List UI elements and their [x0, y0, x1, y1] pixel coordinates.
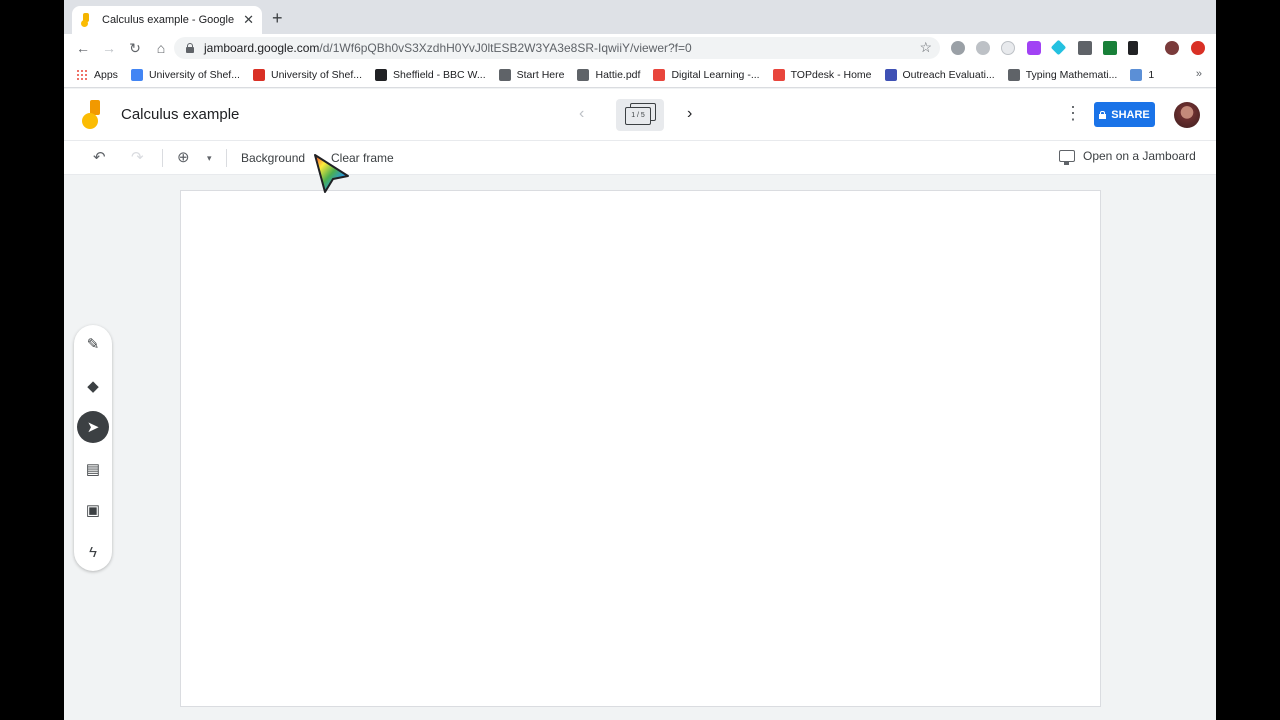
bookmark-label: 1: [1148, 68, 1155, 81]
bookmark-favicon-icon: [1130, 68, 1143, 81]
jamboard-logo: [82, 100, 106, 130]
tab-title: Calculus example - Google Jam: [102, 14, 237, 26]
browser-tab[interactable]: Calculus example - Google Jam ✕: [72, 6, 262, 34]
bookmark-favicon-icon: [653, 68, 666, 81]
close-tab-icon[interactable]: ✕: [243, 12, 254, 28]
zoom-dropdown-icon[interactable]: ▾: [207, 153, 212, 164]
app-header: Calculus example ‹ 1 / 5 › ⋮ SHARE: [64, 89, 1216, 141]
bookmark-item[interactable]: University of Shef...: [252, 68, 363, 81]
bookmark-label: Start Here: [516, 68, 565, 81]
apps-grid-icon: [76, 68, 88, 81]
bookmark-label: University of Shef...: [148, 68, 240, 81]
select-tool-icon[interactable]: ➤: [77, 411, 109, 443]
bookmark-item[interactable]: Hattie.pdf: [577, 68, 641, 81]
share-button[interactable]: SHARE: [1094, 102, 1155, 127]
bookmarks-bar: Apps University of Shef... University of S…: [64, 62, 1216, 88]
bookmark-item[interactable]: Digital Learning -...: [653, 68, 760, 81]
bookmark-favicon-icon: [577, 68, 590, 81]
bookmark-favicon-icon: [772, 68, 785, 81]
bookmark-label: Typing Mathemati...: [1025, 68, 1118, 81]
zoom-icon[interactable]: ⊕: [177, 148, 190, 166]
bookmark-item[interactable]: Start Here: [498, 68, 565, 81]
address-bar[interactable]: jamboard.google.com/d/1Wf6pQBh0vS3XzdhH0…: [174, 37, 940, 59]
browser-toolbar: ← → ↻ ⌂ jamboard.google.com/d/1Wf6pQBh0v…: [64, 34, 1216, 62]
bookmark-favicon-icon: [884, 68, 897, 81]
sticky-note-tool-icon[interactable]: ▤: [77, 453, 109, 485]
bookmark-favicon-icon: [1007, 68, 1020, 81]
extension-icon[interactable]: [951, 41, 965, 55]
extension-icon[interactable]: [1027, 41, 1041, 55]
avatar[interactable]: [1174, 102, 1200, 128]
more-options-icon[interactable]: ⋮: [1064, 104, 1082, 122]
bookmark-item[interactable]: 1: [1130, 68, 1155, 81]
back-icon[interactable]: ←: [70, 40, 96, 56]
toolbar-divider: [162, 149, 163, 167]
laser-tool-icon[interactable]: ϟ: [77, 536, 109, 568]
bookmark-favicon-icon: [252, 68, 265, 81]
lock-icon: [186, 43, 194, 53]
eraser-tool-icon[interactable]: ◆: [77, 370, 109, 402]
bookmark-favicon-icon: [498, 68, 511, 81]
extension-icon[interactable]: [1191, 41, 1205, 55]
extension-icon[interactable]: [976, 41, 990, 55]
undo-icon[interactable]: ↶: [93, 148, 106, 166]
bookmark-label: Sheffield - BBC W...: [393, 68, 486, 81]
extension-icon[interactable]: [1050, 39, 1067, 56]
bookmark-favicon-icon: [375, 68, 388, 81]
new-tab-icon[interactable]: +: [272, 9, 283, 27]
jamboard-app: Calculus example ‹ 1 / 5 › ⋮ SHARE ↶ ↷ ⊕…: [64, 89, 1216, 720]
toolbar-divider: [226, 149, 227, 167]
forward-icon[interactable]: →: [96, 40, 122, 56]
bookmark-item[interactable]: Sheffield - BBC W...: [375, 68, 486, 81]
redo-icon[interactable]: ↷: [131, 148, 144, 166]
edit-toolbar: ↶ ↷ ⊕ ▾ Background Clear frame Open on a…: [64, 141, 1216, 175]
cast-icon: [1059, 150, 1075, 165]
bookmark-favicon-icon: [130, 68, 143, 81]
bookmark-item[interactable]: Typing Mathemati...: [1007, 68, 1118, 81]
jamboard-favicon-icon: [80, 13, 92, 27]
url-text: jamboard.google.com/d/1Wf6pQBh0vS3XzdhH0…: [204, 41, 692, 55]
image-tool-icon[interactable]: ▣: [77, 494, 109, 526]
profile-avatar[interactable]: [1165, 41, 1179, 55]
mouse-cursor-icon: [314, 154, 349, 193]
share-label: SHARE: [1111, 108, 1150, 121]
bookmark-label: Digital Learning -...: [671, 68, 760, 81]
next-frame-icon[interactable]: ›: [687, 105, 692, 123]
document-title[interactable]: Calculus example: [121, 106, 239, 123]
lock-icon: [1099, 110, 1107, 119]
background-button[interactable]: Background: [241, 151, 305, 165]
browser-window: Calculus example - Google Jam ✕ + ← → ↻ …: [64, 0, 1216, 720]
pen-tool-icon[interactable]: ✎: [77, 328, 109, 360]
frame-counter: 1 / 5: [625, 107, 651, 125]
bookmark-label: TOPdesk - Home: [790, 68, 872, 81]
bookmark-item[interactable]: Outreach Evaluati...: [884, 68, 995, 81]
frame-bar-button[interactable]: 1 / 5: [616, 99, 664, 131]
previous-frame-icon[interactable]: ‹: [579, 105, 584, 123]
extension-icon[interactable]: [1001, 41, 1015, 55]
bookmark-item[interactable]: University of Shef...: [130, 68, 240, 81]
bookmark-label: Hattie.pdf: [595, 68, 641, 81]
tool-rail: ✎ ◆ ➤ ▤ ▣ ϟ: [74, 325, 112, 571]
tab-strip: Calculus example - Google Jam ✕ +: [64, 0, 1216, 34]
bookmark-label: Apps: [94, 68, 118, 81]
bookmark-label: Outreach Evaluati...: [902, 68, 995, 81]
open-on-jamboard-button[interactable]: Open on a Jamboard: [1059, 149, 1196, 165]
reload-icon[interactable]: ↻: [122, 40, 148, 57]
whiteboard-canvas[interactable]: [180, 190, 1101, 707]
home-icon[interactable]: ⌂: [148, 40, 174, 56]
open-on-jamboard-label: Open on a Jamboard: [1083, 149, 1196, 163]
bookmark-star-icon[interactable]: ☆: [919, 39, 932, 56]
bookmarks-overflow-icon[interactable]: »: [1196, 68, 1202, 80]
bookmark-item[interactable]: Apps: [76, 68, 118, 81]
extension-icon[interactable]: [1078, 41, 1092, 55]
extension-icon[interactable]: [1103, 41, 1117, 55]
bookmark-item[interactable]: TOPdesk - Home: [772, 68, 872, 81]
extension-icon[interactable]: [1128, 41, 1138, 55]
bookmark-label: University of Shef...: [270, 68, 363, 81]
